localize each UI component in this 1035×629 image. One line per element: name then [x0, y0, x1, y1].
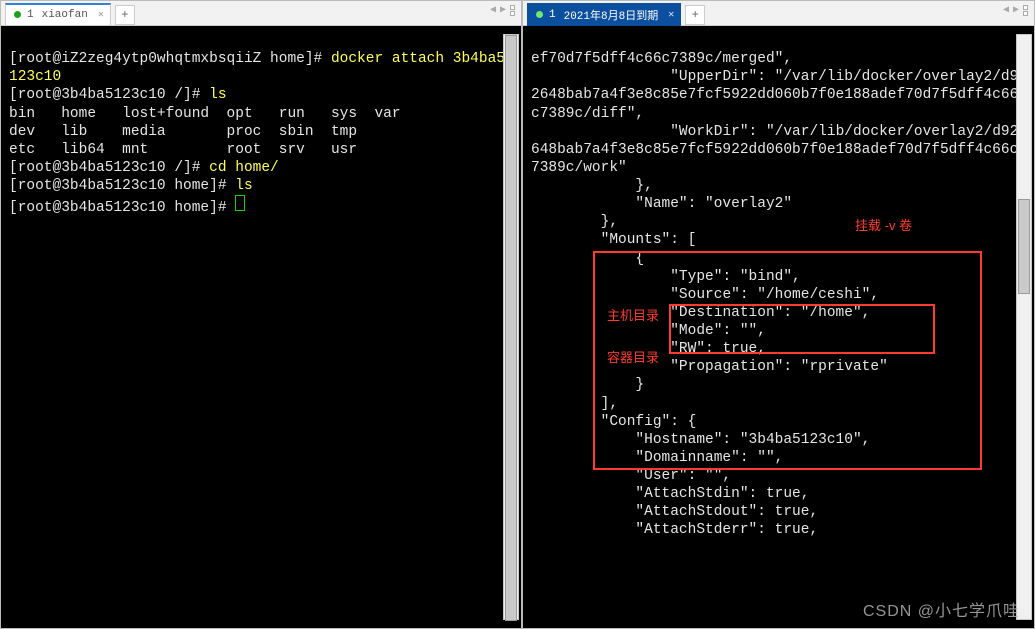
scrollbar-thumb[interactable]: [505, 35, 517, 621]
left-terminal[interactable]: [root@iZ2zeg4ytp0whqtmxbsqiiZ home]# doc…: [1, 26, 521, 628]
json-line: "Name": "overlay2": [531, 196, 792, 212]
prompt: [root@3b4ba5123c10 home]#: [9, 200, 235, 216]
right-scrollbar[interactable]: [1016, 34, 1032, 620]
tab-num: 1: [549, 9, 556, 21]
close-icon[interactable]: ✕: [668, 9, 674, 21]
ls-row: etc lib64 mnt root srv usr: [9, 142, 357, 158]
grid-menu-icon[interactable]: [1023, 5, 1028, 16]
chevron-left-icon[interactable]: ◀: [490, 4, 496, 16]
tab-expiry[interactable]: 1 2021年8月8日到期 ✕: [527, 3, 681, 26]
json-line: "AttachStdin": true,: [531, 486, 809, 502]
tab-title: xiaofan: [42, 9, 88, 21]
ls-row: bin home lost+found opt run sys var: [9, 106, 401, 122]
source-dest-highlight-box: [669, 304, 935, 354]
json-line: },: [531, 214, 618, 230]
mounts-highlight-box: [593, 251, 982, 470]
status-dot-icon: [14, 11, 21, 18]
grid-menu-icon[interactable]: [510, 5, 515, 16]
chevron-left-icon[interactable]: ◀: [1003, 4, 1009, 16]
add-tab-button[interactable]: +: [115, 5, 135, 25]
json-line: "WorkDir":: [670, 124, 766, 140]
window: 1 xiaofan ✕ + ◀ ▶ [root@iZ2zeg4ytp0whqtm…: [0, 0, 1035, 629]
right-tabbar: 1 2021年8月8日到期 ✕ + ◀ ▶: [523, 1, 1034, 26]
prompt: [root@3b4ba5123c10 /]#: [9, 87, 209, 103]
left-scrollbar[interactable]: [503, 34, 519, 620]
json-line: "Mounts": [: [531, 232, 696, 248]
tabbar-end-icons: ◀ ▶: [490, 4, 515, 16]
json-line: "UpperDir":: [670, 69, 774, 85]
left-tabbar: 1 xiaofan ✕ + ◀ ▶: [1, 1, 521, 26]
json-line: },: [531, 178, 653, 194]
prompt: [root@3b4ba5123c10 /]#: [9, 160, 209, 176]
add-tab-button[interactable]: +: [685, 5, 705, 25]
right-pane: 1 2021年8月8日到期 ✕ + ◀ ▶ ef70d7f5dff4c66c73…: [522, 0, 1035, 629]
json-line: "AttachStderr": true,: [531, 522, 818, 538]
tab-xiaofan[interactable]: 1 xiaofan ✕: [5, 3, 111, 26]
prompt: [root@iZ2zeg4ytp0whqtmxbsqiiZ home]#: [9, 51, 331, 67]
ls-row: dev lib media proc sbin tmp: [9, 124, 357, 140]
chevron-right-icon[interactable]: ▶: [1013, 4, 1019, 16]
tab-num: 1: [27, 9, 34, 21]
command-text: ls: [209, 87, 226, 103]
json-line: "/var/lib/docker/overlay2/d92648bab7a4f3…: [531, 69, 1018, 121]
json-line: "User": "",: [531, 468, 731, 484]
close-icon[interactable]: ✕: [98, 9, 104, 21]
scrollbar-thumb[interactable]: [1018, 199, 1030, 294]
tab-title: 2021年8月8日到期: [564, 7, 659, 23]
left-pane: 1 xiaofan ✕ + ◀ ▶ [root@iZ2zeg4ytp0whqtm…: [0, 0, 522, 629]
json-line: ef70d7f5dff4c66c7389c/merged",: [531, 51, 792, 67]
json-line: "AttachStdout": true,: [531, 504, 818, 520]
watermark: CSDN @小七学爪哇: [863, 602, 1020, 622]
chevron-right-icon[interactable]: ▶: [500, 4, 506, 16]
command-text: cd home/: [209, 160, 279, 176]
status-dot-icon: [536, 11, 543, 18]
tabbar-end-icons: ◀ ▶: [1003, 4, 1028, 16]
annotation-mount: 挂载 -v 卷: [855, 218, 912, 234]
right-terminal[interactable]: ef70d7f5dff4c66c7389c/merged", "UpperDir…: [523, 26, 1034, 628]
json-line: "/var/lib/docker/overlay2/d92648bab7a4f3…: [531, 124, 1018, 176]
cursor-icon: [235, 195, 245, 211]
prompt: [root@3b4ba5123c10 home]#: [9, 178, 235, 194]
command-text: ls: [235, 178, 252, 194]
